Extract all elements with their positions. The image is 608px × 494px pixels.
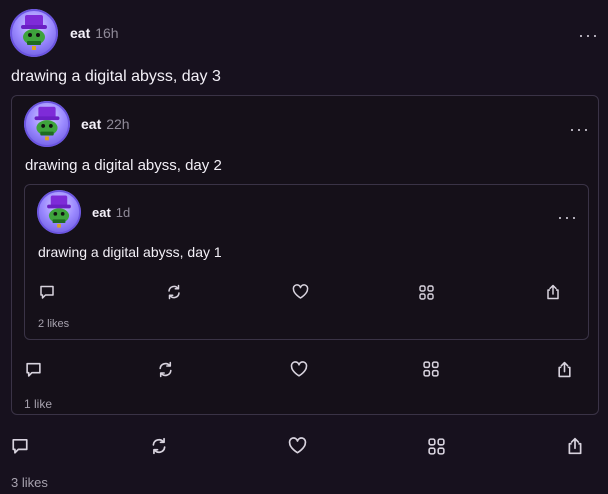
comment-icon bbox=[40, 285, 54, 299]
like-button[interactable] bbox=[289, 359, 309, 379]
share-icon bbox=[568, 437, 582, 455]
outer-post-header: eat 16h bbox=[10, 9, 119, 57]
like-button[interactable] bbox=[290, 282, 310, 302]
share-icon bbox=[547, 284, 559, 300]
heart-icon bbox=[288, 437, 307, 454]
frog-top-hat-icon bbox=[37, 190, 81, 234]
frog-top-hat-icon bbox=[24, 101, 70, 147]
apps-button[interactable] bbox=[417, 282, 437, 302]
recast-button[interactable] bbox=[164, 282, 184, 302]
apps-button[interactable] bbox=[426, 436, 446, 456]
comment-icon bbox=[25, 362, 41, 377]
share-icon bbox=[557, 361, 571, 377]
reply-button[interactable] bbox=[37, 282, 57, 302]
like-button[interactable] bbox=[288, 436, 308, 456]
author-name[interactable]: eat bbox=[81, 116, 101, 132]
post-time: 22h bbox=[106, 116, 130, 132]
apps-button[interactable] bbox=[421, 359, 441, 379]
like-count[interactable]: 3 likes bbox=[11, 475, 48, 490]
post-time: 16h bbox=[95, 25, 119, 41]
middle-action-bar bbox=[23, 359, 574, 379]
recast-icon bbox=[167, 284, 180, 300]
reply-button[interactable] bbox=[23, 359, 43, 379]
more-options-icon[interactable]: ··· bbox=[578, 26, 599, 44]
frog-top-hat-icon bbox=[10, 9, 58, 57]
share-button[interactable] bbox=[543, 282, 563, 302]
post-text: drawing a digital abyss, day 2 bbox=[25, 157, 222, 174]
feed: eat 16h ··· drawing a digital abyss, day … bbox=[0, 0, 608, 494]
comment-icon bbox=[12, 438, 28, 454]
apps-grid-icon bbox=[419, 284, 434, 300]
recast-button[interactable] bbox=[156, 359, 176, 379]
inner-post-header: eat 1d bbox=[37, 190, 130, 234]
inner-action-bar bbox=[37, 282, 563, 302]
recast-icon bbox=[159, 361, 172, 377]
like-count[interactable]: 2 likes bbox=[38, 318, 69, 330]
reply-button[interactable] bbox=[10, 436, 30, 456]
avatar[interactable] bbox=[10, 9, 58, 57]
more-options-icon[interactable]: ··· bbox=[557, 208, 578, 226]
author-name[interactable]: eat bbox=[92, 205, 111, 220]
apps-grid-icon bbox=[423, 361, 439, 377]
post-text: drawing a digital abyss, day 3 bbox=[11, 68, 221, 85]
outer-action-bar bbox=[10, 436, 585, 456]
author-name[interactable]: eat bbox=[70, 25, 90, 41]
post-text: drawing a digital abyss, day 1 bbox=[38, 244, 222, 260]
share-button[interactable] bbox=[565, 436, 585, 456]
more-options-icon[interactable]: ··· bbox=[569, 120, 590, 138]
recast-button[interactable] bbox=[149, 436, 169, 456]
like-count[interactable]: 1 like bbox=[24, 397, 52, 411]
share-button[interactable] bbox=[554, 359, 574, 379]
apps-grid-icon bbox=[428, 437, 445, 455]
heart-icon bbox=[290, 360, 307, 377]
recast-icon bbox=[152, 437, 166, 455]
post-time: 1d bbox=[115, 204, 131, 220]
heart-icon bbox=[292, 284, 308, 299]
avatar[interactable] bbox=[37, 190, 81, 234]
middle-post-header: eat 22h bbox=[24, 101, 130, 147]
avatar[interactable] bbox=[24, 101, 70, 147]
